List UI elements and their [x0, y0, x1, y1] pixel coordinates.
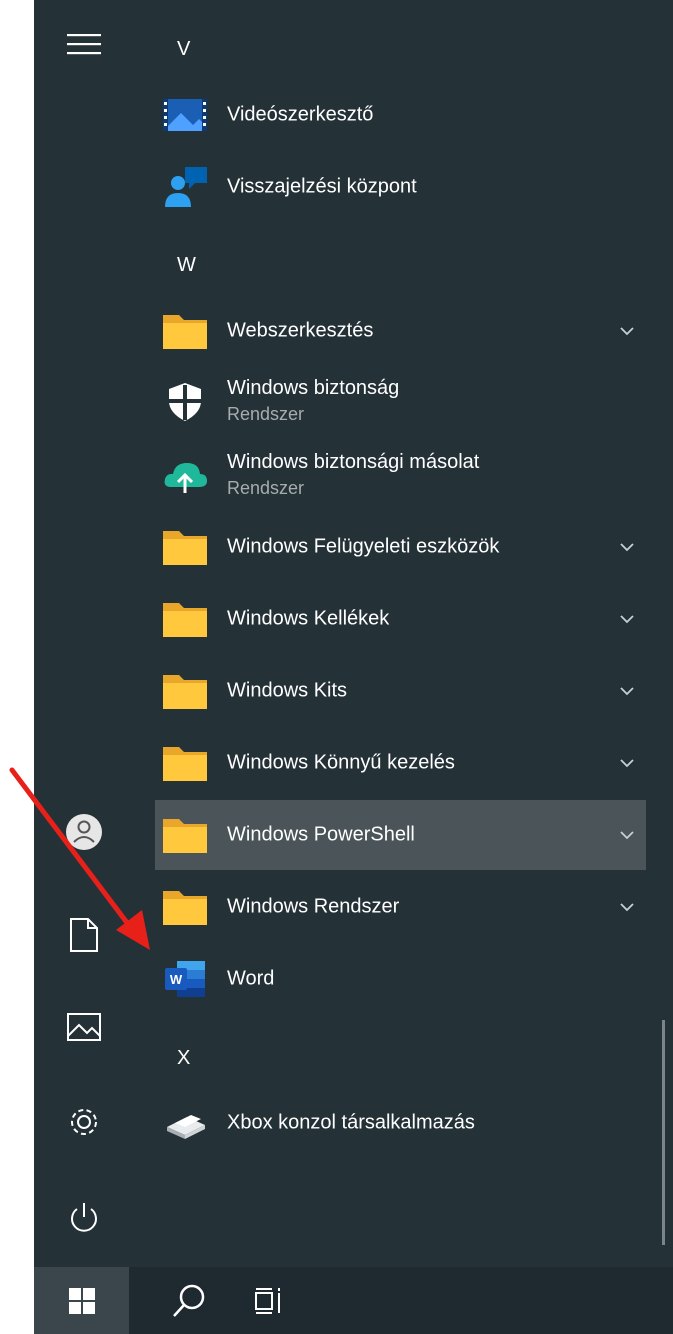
- app-item-wineaseofaccess[interactable]: Windows Könnyű kezelés: [155, 728, 646, 798]
- settings-button[interactable]: [34, 1092, 134, 1152]
- app-subtitle: Rendszer: [227, 404, 305, 424]
- app-item-winpowershell[interactable]: Windows PowerShell: [155, 800, 646, 870]
- app-name: Windows Kellékek: [227, 607, 390, 630]
- chevron-down-icon[interactable]: [618, 898, 636, 916]
- annotation-arrow: [9, 767, 150, 950]
- app-item-winsecurity[interactable]: Windows biztonság Rendszer: [155, 366, 646, 436]
- start-button[interactable]: [34, 1267, 129, 1334]
- folder-icon: [163, 531, 207, 565]
- chevron-down-icon[interactable]: [618, 826, 636, 844]
- app-item-winaccessories[interactable]: Windows Kellékek: [155, 584, 646, 654]
- chevron-down-icon[interactable]: [618, 682, 636, 700]
- app-item-feedback[interactable]: Visszajelzési központ: [155, 152, 646, 222]
- power-icon: [71, 1203, 97, 1232]
- power-button[interactable]: [34, 1188, 134, 1248]
- folder-icon: [163, 675, 207, 709]
- app-name: Windows Könnyű kezelés: [227, 751, 455, 774]
- app-item-xbox[interactable]: Xbox konzol társalkalmazás: [155, 1088, 646, 1158]
- word-icon: W: [165, 961, 205, 997]
- folder-icon: [163, 603, 207, 637]
- app-item-webedit[interactable]: Webszerkesztés: [155, 296, 646, 366]
- xbox-console-icon: [167, 1115, 205, 1139]
- chevron-down-icon[interactable]: [618, 754, 636, 772]
- scrollbar[interactable]: [662, 1020, 665, 1245]
- feedback-hub-icon: [165, 167, 207, 207]
- app-name: Windows biztonsági másolat: [227, 451, 480, 473]
- shield-icon: [169, 383, 201, 421]
- pictures-button[interactable]: [34, 997, 134, 1057]
- pictures-icon: [67, 1013, 101, 1041]
- hamburger-menu-icon: [67, 34, 101, 55]
- search-button[interactable]: [154, 1267, 224, 1334]
- app-name: Windows Kits: [227, 679, 348, 702]
- expand-menu-button[interactable]: [34, 14, 134, 74]
- cloud-upload-icon: [164, 463, 207, 493]
- app-item-winbackup[interactable]: Windows biztonsági másolat Rendszer: [155, 440, 646, 510]
- video-editor-icon: [163, 99, 207, 131]
- app-name: Windows Rendszer: [227, 895, 400, 918]
- app-item-winadmin[interactable]: Windows Felügyeleti eszközök: [155, 512, 646, 582]
- app-name: Windows PowerShell: [227, 823, 415, 846]
- section-letter-w[interactable]: W: [177, 254, 196, 277]
- app-subtitle: Rendszer: [227, 478, 305, 498]
- svg-text:W: W: [170, 972, 183, 987]
- app-name: Videószerkesztő: [227, 103, 374, 126]
- app-name: Windows Felügyeleti eszközök: [227, 535, 500, 558]
- app-name: Webszerkesztés: [227, 319, 374, 342]
- app-name: Visszajelzési központ: [227, 175, 417, 198]
- gear-icon: [71, 1109, 97, 1135]
- app-item-videoeditor[interactable]: Videószerkesztő: [155, 80, 646, 150]
- app-item-word[interactable]: W Word: [155, 944, 646, 1014]
- start-left-rail: [34, 0, 134, 1267]
- app-item-winkits[interactable]: Windows Kits: [155, 656, 646, 726]
- task-view-button[interactable]: [234, 1267, 304, 1334]
- folder-icon: [163, 315, 207, 349]
- section-letter-x[interactable]: X: [177, 1047, 190, 1070]
- app-name: Word: [227, 967, 275, 990]
- app-name: Xbox konzol társalkalmazás: [227, 1111, 475, 1134]
- chevron-down-icon[interactable]: [618, 322, 636, 340]
- chevron-down-icon[interactable]: [618, 610, 636, 628]
- windows-logo-icon: [68, 1287, 95, 1314]
- chevron-down-icon[interactable]: [618, 538, 636, 556]
- search-icon: [173, 1284, 205, 1317]
- app-item-winsystem[interactable]: Windows Rendszer: [155, 872, 646, 942]
- task-view-icon: [255, 1287, 280, 1314]
- app-name: Windows biztonság: [227, 377, 400, 399]
- taskbar: [34, 1267, 673, 1334]
- section-letter-v[interactable]: V: [177, 38, 190, 61]
